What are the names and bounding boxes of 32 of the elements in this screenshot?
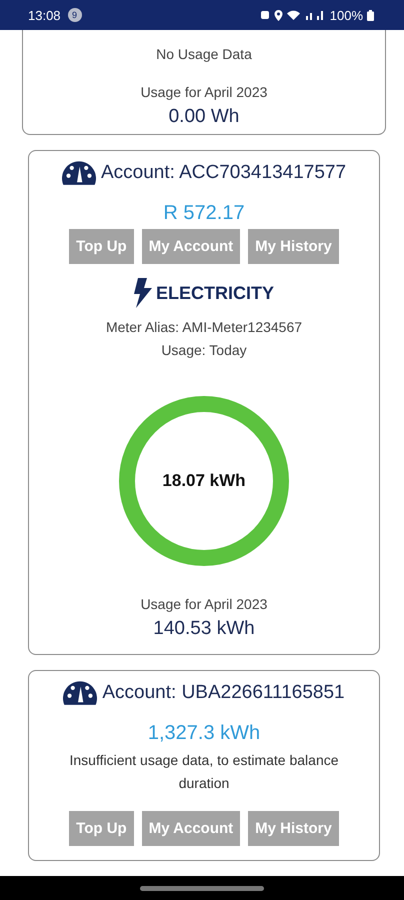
battery-level: 100%: [330, 8, 363, 22]
home-handle[interactable]: [140, 886, 264, 890]
account-number: Account: ACC703413417577: [100, 162, 346, 184]
status-time: 13:08: [28, 8, 61, 22]
usage-period: Usage: Today: [161, 341, 247, 360]
month-usage-label: Usage for April 2023: [140, 83, 268, 102]
action-button[interactable]: My Account: [142, 229, 240, 264]
action-button[interactable]: Top Up: [69, 811, 134, 846]
battery-icon: [367, 10, 374, 20]
action-button[interactable]: Top Up: [69, 229, 134, 264]
account-number: Account: UBA226611165851: [102, 682, 345, 704]
gauge-icon: [63, 679, 98, 706]
balance-amount: R 572.17: [163, 202, 245, 225]
usage-value: 18.07 kWh: [162, 471, 246, 491]
month-usage-value: 140.53 kWh: [153, 618, 255, 640]
service-type: ELECTRICITY: [156, 282, 274, 304]
balance-note: Insufficient usage data, to estimate balance duration: [68, 751, 340, 793]
gauge-icon: [62, 159, 96, 186]
month-usage-value: 0.00 Wh: [168, 106, 240, 128]
alarm-icon: [260, 10, 270, 20]
notification-count: 9: [68, 8, 82, 22]
signal-icon: [304, 10, 326, 20]
balance-amount: 1,327.3 kWh: [148, 722, 260, 745]
location-icon: [274, 10, 283, 20]
action-button[interactable]: My History: [248, 811, 339, 846]
action-button[interactable]: My Account: [142, 811, 240, 846]
month-usage-label: Usage for April 2023: [140, 595, 268, 614]
action-button[interactable]: My History: [248, 229, 339, 264]
meter-alias: Meter Alias: AMI-Meter1234567: [106, 318, 302, 337]
wifi-icon: [286, 10, 300, 20]
no-usage-message: No Usage Data: [156, 45, 252, 64]
lightning-icon: [134, 278, 152, 308]
